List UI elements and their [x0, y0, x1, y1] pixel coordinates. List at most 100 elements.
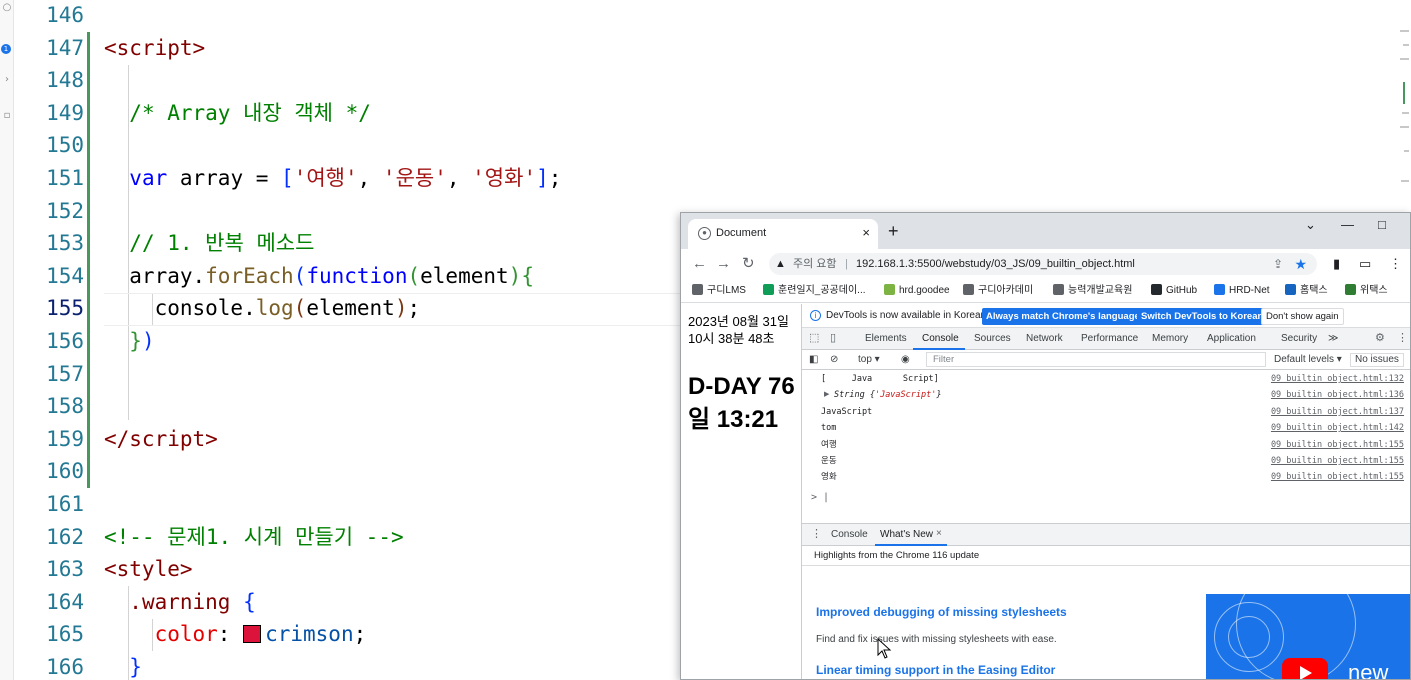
expand-arrow-icon[interactable]: ▶ [824, 390, 829, 398]
sidebar-icon[interactable]: ▮ [1333, 256, 1340, 272]
line-number: 162 [46, 524, 84, 549]
line-code: } [129, 655, 142, 679]
bookmark-item[interactable]: 구디LMS [692, 284, 746, 298]
console-prompt[interactable]: > | [811, 492, 829, 503]
close-tab-icon[interactable]: × [862, 225, 870, 240]
whats-new-video-thumbnail[interactable]: new [1206, 594, 1410, 679]
bookmark-item[interactable]: hrd.goodee [884, 284, 950, 298]
console-message: JavaScript 09_builtin_object.html:137 [802, 404, 1410, 420]
code-line[interactable]: 151 var array = ['여행', '운동', '영화']; [14, 162, 1411, 195]
bookmark-star-icon[interactable]: ★ [1294, 253, 1307, 275]
devtools-tab-memory[interactable]: Memory [1152, 333, 1188, 344]
drawer-menu-icon[interactable]: ⋮ [811, 528, 822, 541]
line-number: 153 [46, 231, 84, 256]
color-swatch-icon[interactable] [243, 625, 262, 644]
line-number: 155 [46, 296, 84, 321]
devtools-tab-console[interactable]: Console [922, 333, 959, 344]
devtools-tab-application[interactable]: Application [1207, 333, 1256, 344]
url-text[interactable]: 192.168.1.3:5500/webstudy/03_JS/09_built… [856, 253, 1135, 275]
minimize-button[interactable]: — [1341, 217, 1354, 232]
code-line[interactable]: 149 /* Array 내장 객체 */ [14, 97, 1411, 130]
browser-tab[interactable]: ● Document × [688, 219, 878, 249]
device-toolbar-icon[interactable]: ▯ [830, 332, 836, 345]
drawer-tab-whats-new[interactable]: What's New [880, 529, 933, 540]
extensions-icon[interactable]: ▫ [0, 110, 14, 122]
code-line[interactable]: 150 [14, 129, 1411, 162]
console-source-link[interactable]: 09_builtin_object.html:155 [1271, 455, 1404, 467]
more-tabs-icon[interactable]: ≫ [1328, 333, 1338, 344]
sidebar-toggle-icon[interactable]: ◧ [809, 353, 818, 367]
devtools-tab-sources[interactable]: Sources [974, 333, 1011, 344]
more-options-icon[interactable]: ⋮ [1397, 332, 1408, 345]
line-number: 147 [46, 35, 84, 60]
console-source-link[interactable]: 09_builtin_object.html:137 [1271, 406, 1404, 418]
bookmark-label: 능력개발교육원 [1068, 285, 1133, 296]
bookmark-item[interactable]: 훈련일지_공공데이... [763, 284, 866, 298]
inspect-icon[interactable]: ⬚ [809, 332, 819, 345]
activity-bar: ○ 1 › ▫ [0, 0, 14, 680]
devtools-tab-network[interactable]: Network [1026, 333, 1063, 344]
clear-console-icon[interactable]: ⊘ [830, 353, 838, 367]
bookmark-item[interactable]: 위택스 [1345, 284, 1388, 298]
whats-new-item-title[interactable]: Improved debugging of missing stylesheet… [816, 605, 1067, 619]
context-selector[interactable]: top ▾ [858, 353, 880, 367]
line-number: 164 [46, 589, 84, 614]
new-tab-button[interactable]: + [888, 221, 899, 241]
play-icon[interactable] [1282, 658, 1328, 679]
line-number: 159 [46, 426, 84, 451]
console-message: 영화 09_builtin_object.html:155 [802, 469, 1410, 485]
profile-icon[interactable]: ▭ [1359, 256, 1371, 272]
code-line[interactable]: 147 <script> [14, 32, 1411, 65]
drawer-tab-console[interactable]: Console [831, 529, 868, 540]
bookmark-label: hrd.goodee [899, 285, 950, 296]
log-levels-dropdown[interactable]: Default levels ▾ [1274, 353, 1342, 367]
browser-toolbar: ← → ↻ ▲ 주의 요함 | 192.168.1.3:5500/webstud… [681, 249, 1410, 279]
share-icon[interactable]: ⇪ [1273, 253, 1283, 275]
bookmark-label: 홈택스 [1300, 285, 1328, 296]
switch-korean-button[interactable]: Switch DevTools to Korean [1137, 308, 1268, 325]
devtools-tab-performance[interactable]: Performance [1081, 333, 1138, 344]
bookmark-item[interactable]: 홈택스 [1285, 284, 1328, 298]
devtools-tab-security[interactable]: Security [1281, 333, 1317, 344]
bookmark-label: 훈련일지_공공데이... [778, 285, 866, 296]
issues-button[interactable]: No issues [1350, 353, 1404, 367]
bookmark-item[interactable]: HRD-Net [1214, 284, 1270, 298]
info-icon: i [810, 310, 821, 321]
line-number: 156 [46, 329, 84, 353]
code-line[interactable]: 148 [14, 64, 1411, 97]
console-source-link[interactable]: 09_builtin_object.html:132 [1271, 373, 1404, 385]
console-source-link[interactable]: 09_builtin_object.html:142 [1271, 422, 1404, 434]
tab-search-icon[interactable]: ⌄ [1305, 217, 1316, 233]
console-source-link[interactable]: 09_builtin_object.html:136 [1271, 389, 1404, 401]
forward-icon[interactable]: → [716, 255, 731, 273]
devtools-tab-elements[interactable]: Elements [865, 333, 907, 344]
security-label[interactable]: 주의 요함 [793, 253, 837, 275]
bookmark-label: 구디LMS [707, 285, 746, 296]
back-icon[interactable]: ← [692, 255, 707, 273]
menu-icon[interactable]: ⋮ [1389, 256, 1402, 272]
maximize-button[interactable]: □ [1378, 217, 1386, 232]
line-number: 148 [46, 68, 84, 93]
bookmark-item[interactable]: 능력개발교육원 [1053, 284, 1132, 298]
code-line[interactable]: 146 [14, 0, 1411, 32]
source-control-icon[interactable]: ○ [0, 2, 14, 14]
close-drawer-tab-icon[interactable]: × [936, 528, 942, 539]
warning-icon[interactable]: ▲ [775, 253, 786, 275]
console-source-link[interactable]: 09_builtin_object.html:155 [1271, 471, 1404, 483]
filter-input[interactable]: Filter [926, 352, 1266, 367]
devtools-infobar: i DevTools is now available in Korean! A… [802, 304, 1410, 328]
bookmark-item[interactable]: 구디아카데미 [963, 284, 1033, 298]
whats-new-item-title[interactable]: Linear timing support in the Easing Edit… [816, 663, 1055, 677]
console-source-link[interactable]: 09_builtin_object.html:155 [1271, 439, 1404, 451]
match-language-button[interactable]: Always match Chrome's language [982, 308, 1144, 325]
settings-gear-icon[interactable]: ⚙ [1375, 332, 1385, 345]
console-filter-bar: ◧ ⊘ top ▾ ◉ Filter Default levels ▾ No i… [802, 350, 1410, 370]
eye-icon[interactable]: ◉ [901, 353, 910, 367]
dont-show-again-button[interactable]: Don't show again [1261, 308, 1344, 325]
address-bar[interactable]: ▲ 주의 요함 | 192.168.1.3:5500/webstudy/03_J… [769, 253, 1317, 275]
bookmark-favicon-icon [763, 284, 774, 295]
console-output: > | [ Java Script] 09_builtin_object.html… [802, 371, 1410, 521]
reload-icon[interactable]: ↻ [742, 255, 755, 273]
bookmark-item[interactable]: GitHub [1151, 284, 1197, 298]
chevron-right-icon[interactable]: › [0, 74, 14, 86]
